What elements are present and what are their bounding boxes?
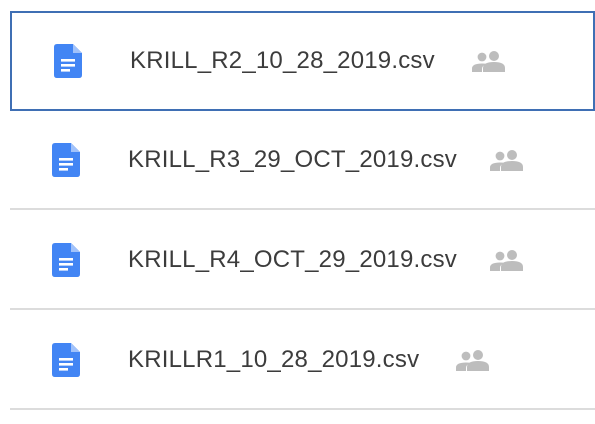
file-row[interactable]: KRILL_R3_29_OCT_2019.csv [10,112,595,210]
file-name: KRILL_R2_10_28_2019.csv [130,47,435,74]
shared-people-icon [490,150,523,171]
google-docs-icon [54,44,82,78]
google-docs-icon [52,143,80,177]
file-row[interactable]: KRILL_R2_10_28_2019.csv [10,11,595,111]
file-name: KRILLR1_10_28_2019.csv [128,346,420,373]
file-name: KRILL_R4_OCT_29_2019.csv [128,246,457,273]
shared-people-icon [456,350,489,371]
shared-people-icon [472,51,505,72]
google-docs-icon [52,343,80,377]
file-row[interactable]: KRILL_R4_OCT_29_2019.csv [10,212,595,310]
file-list: KRILL_R2_10_28_2019.csv KRILL_R3_29_OCT_… [0,0,595,424]
file-row[interactable]: KRILLR1_10_28_2019.csv [10,312,595,410]
shared-people-icon [490,250,523,271]
google-docs-icon [52,243,80,277]
file-name: KRILL_R3_29_OCT_2019.csv [128,146,457,173]
